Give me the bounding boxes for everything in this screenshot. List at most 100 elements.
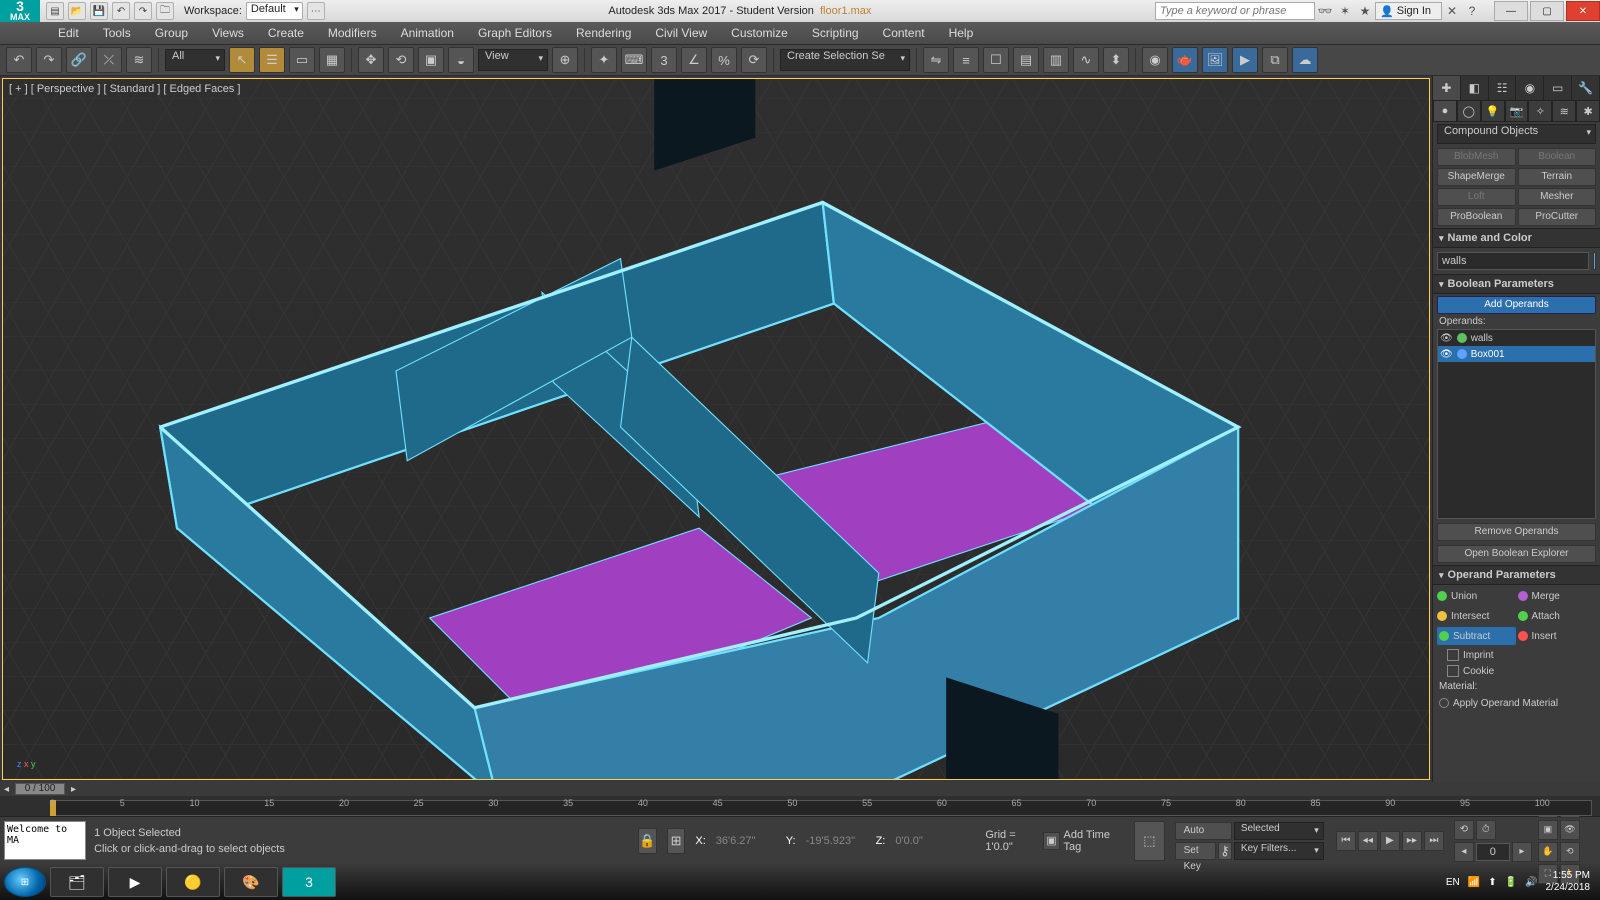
- menu-animation[interactable]: Animation: [389, 23, 466, 43]
- bind-space-warp-icon[interactable]: ≋: [126, 47, 152, 73]
- tray-volume-icon[interactable]: 🔊: [1525, 877, 1537, 888]
- menu-tools[interactable]: Tools: [91, 23, 143, 43]
- rotate-icon[interactable]: ⟲: [388, 47, 414, 73]
- binoculars-icon[interactable]: 👓: [1315, 2, 1335, 20]
- render-setup-icon[interactable]: 🫖: [1172, 47, 1198, 73]
- menu-views[interactable]: Views: [200, 23, 256, 43]
- menu-scripting[interactable]: Scripting: [800, 23, 871, 43]
- prev-frame-icon[interactable]: ◂◂: [1358, 831, 1378, 851]
- selection-lock-icon[interactable]: 🔒: [638, 828, 657, 854]
- start-button[interactable]: ⊞: [4, 867, 46, 897]
- maximize-button[interactable]: ▢: [1530, 1, 1564, 21]
- cookie-checkbox[interactable]: Cookie: [1433, 663, 1600, 679]
- object-name-input[interactable]: [1437, 252, 1589, 270]
- workspace-opts-icon[interactable]: ⋯: [307, 2, 325, 20]
- layers-icon[interactable]: ☐: [983, 47, 1009, 73]
- add-time-tag[interactable]: Add Time Tag: [1064, 829, 1123, 853]
- time-slider[interactable]: ◂ 0 / 100 ▸: [0, 782, 1600, 796]
- close-button[interactable]: ✕: [1566, 1, 1600, 21]
- goto-start-icon[interactable]: ⏮: [1336, 831, 1356, 851]
- tray-updates-icon[interactable]: ⬆: [1488, 877, 1496, 888]
- render-iterative-icon[interactable]: ⧉: [1262, 47, 1288, 73]
- select-by-name-icon[interactable]: ☰: [259, 47, 285, 73]
- systems-cat-icon[interactable]: ✱: [1576, 100, 1600, 122]
- operand-item[interactable]: 👁walls: [1438, 330, 1595, 346]
- remove-operands-button[interactable]: Remove Operands: [1437, 523, 1596, 541]
- apply-operand-material-radio[interactable]: Apply Operand Material: [1433, 694, 1600, 712]
- redo-icon[interactable]: ↷: [36, 47, 62, 73]
- menu-help[interactable]: Help: [937, 23, 986, 43]
- next-frame-icon[interactable]: ▸▸: [1402, 831, 1422, 851]
- new-icon[interactable]: ▤: [46, 2, 64, 20]
- current-frame-field[interactable]: 0: [1476, 843, 1510, 861]
- orbit-icon[interactable]: ⟲: [1560, 842, 1580, 862]
- isolate-selection-icon[interactable]: ▣: [1043, 832, 1059, 850]
- render-frame-icon[interactable]: 🖼: [1202, 47, 1228, 73]
- op-intersect[interactable]: Intersect: [1437, 607, 1516, 625]
- link-icon[interactable]: 🔗: [66, 47, 92, 73]
- spinner-snap-icon[interactable]: ⟳: [741, 47, 767, 73]
- operands-list[interactable]: 👁walls👁Box001: [1437, 329, 1596, 519]
- objtype-blobmesh[interactable]: BlobMesh: [1437, 148, 1516, 166]
- imprint-checkbox[interactable]: Imprint: [1433, 647, 1600, 663]
- set-key-button[interactable]: Set Key: [1175, 842, 1216, 860]
- operand-item[interactable]: 👁Box001: [1438, 346, 1595, 362]
- menu-civil-view[interactable]: Civil View: [643, 23, 719, 43]
- frame-spinner-left-icon[interactable]: ◂: [1454, 842, 1474, 862]
- auto-key-button[interactable]: Auto Key: [1175, 822, 1232, 840]
- help-icon[interactable]: ?: [1462, 2, 1482, 20]
- name-color-rollout[interactable]: Name and Color: [1433, 228, 1600, 248]
- snap-toggle-icon[interactable]: 3: [651, 47, 677, 73]
- task-explorer-icon[interactable]: 🗂: [50, 867, 104, 897]
- objtype-proboolean[interactable]: ProBoolean: [1437, 208, 1516, 226]
- layer-explorer-icon[interactable]: ▤: [1013, 47, 1039, 73]
- objtype-shapemerge[interactable]: ShapeMerge: [1437, 168, 1516, 186]
- menu-graph-editors[interactable]: Graph Editors: [466, 23, 564, 43]
- op-subtract[interactable]: Subtract: [1437, 627, 1516, 645]
- object-category-dropdown[interactable]: Compound Objects: [1437, 124, 1596, 144]
- track-bar[interactable]: 0510152025303540455055606570758085909510…: [0, 796, 1600, 816]
- key-mode-icon[interactable]: ⚷: [1218, 842, 1232, 860]
- menu-rendering[interactable]: Rendering: [564, 23, 643, 43]
- angle-snap-icon[interactable]: ∠: [681, 47, 707, 73]
- hierarchy-tab-icon[interactable]: ☷: [1489, 76, 1517, 100]
- frame-spinner-right-icon[interactable]: ▸: [1512, 842, 1532, 862]
- task-media-icon[interactable]: ▶: [108, 867, 162, 897]
- slider-left-arrow-icon[interactable]: ◂: [4, 784, 9, 795]
- objtype-boolean[interactable]: Boolean: [1518, 148, 1597, 166]
- percent-snap-icon[interactable]: %: [711, 47, 737, 73]
- maxscript-listener[interactable]: Welcome to MA: [4, 821, 86, 860]
- operand-params-rollout[interactable]: Operand Parameters: [1433, 565, 1600, 585]
- menu-group[interactable]: Group: [143, 23, 200, 43]
- time-slider-knob[interactable]: 0 / 100: [15, 783, 65, 795]
- boolean-params-rollout[interactable]: Boolean Parameters: [1433, 274, 1600, 294]
- menu-create[interactable]: Create: [256, 23, 316, 43]
- pan-icon[interactable]: ✋: [1538, 842, 1558, 862]
- play-icon[interactable]: ▶: [1380, 831, 1400, 851]
- save-icon[interactable]: 💾: [90, 2, 108, 20]
- named-selection-dropdown[interactable]: Create Selection Se: [780, 49, 910, 71]
- render-online-icon[interactable]: ☁: [1292, 47, 1318, 73]
- task-paint-icon[interactable]: 🎨: [224, 867, 278, 897]
- menu-edit[interactable]: Edit: [46, 23, 91, 43]
- tray-battery-icon[interactable]: 🔋: [1505, 877, 1517, 888]
- mirror-icon[interactable]: ⇋: [923, 47, 949, 73]
- cameras-cat-icon[interactable]: 📷: [1505, 100, 1529, 122]
- unlink-icon[interactable]: ⤫: [96, 47, 122, 73]
- display-tab-icon[interactable]: ▭: [1544, 76, 1572, 100]
- viewport[interactable]: [ + ] [ Perspective ] [ Standard ] [ Edg…: [2, 78, 1430, 780]
- menu-customize[interactable]: Customize: [719, 23, 800, 43]
- align-icon[interactable]: ≡: [953, 47, 979, 73]
- shapes-cat-icon[interactable]: ◯: [1457, 100, 1481, 122]
- coord-y-value[interactable]: -19'5.923": [806, 835, 866, 847]
- geometry-cat-icon[interactable]: ●: [1433, 100, 1457, 122]
- modify-tab-icon[interactable]: ◧: [1461, 76, 1489, 100]
- viewport-label[interactable]: [ + ] [ Perspective ] [ Standard ] [ Edg…: [9, 83, 240, 95]
- tray-network-icon[interactable]: 📶: [1468, 877, 1480, 888]
- open-boolean-explorer-button[interactable]: Open Boolean Explorer: [1437, 545, 1596, 563]
- task-3dsmax-icon[interactable]: 3: [282, 867, 336, 897]
- object-color-swatch[interactable]: [1593, 252, 1596, 270]
- exchange-icon[interactable]: ✕: [1442, 2, 1462, 20]
- coord-z-value[interactable]: 0'0.0": [895, 835, 955, 847]
- keyboard-shortcut-icon[interactable]: ⌨: [621, 47, 647, 73]
